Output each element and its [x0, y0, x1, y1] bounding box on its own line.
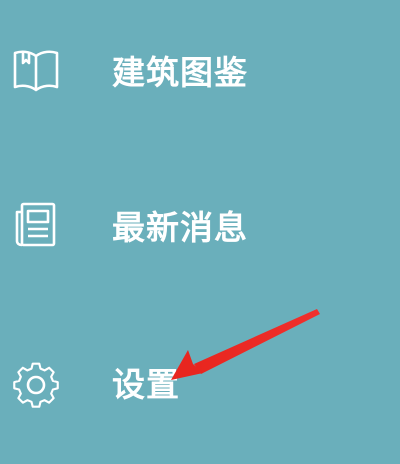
menu-item-building-guide[interactable]: 建筑图鉴: [0, 30, 400, 110]
menu-item-label: 建筑图鉴: [112, 53, 248, 92]
newspaper-icon: [8, 185, 64, 265]
book-icon: [8, 30, 64, 110]
menu-item-settings[interactable]: 设置: [0, 342, 400, 422]
menu-item-label: 最新消息: [112, 208, 248, 247]
menu-item-latest-news[interactable]: 最新消息: [0, 185, 400, 265]
menu-item-label: 设置: [112, 365, 180, 404]
gear-icon: [8, 342, 64, 422]
side-menu: 建筑图鉴 最新消息 设置: [0, 0, 400, 464]
